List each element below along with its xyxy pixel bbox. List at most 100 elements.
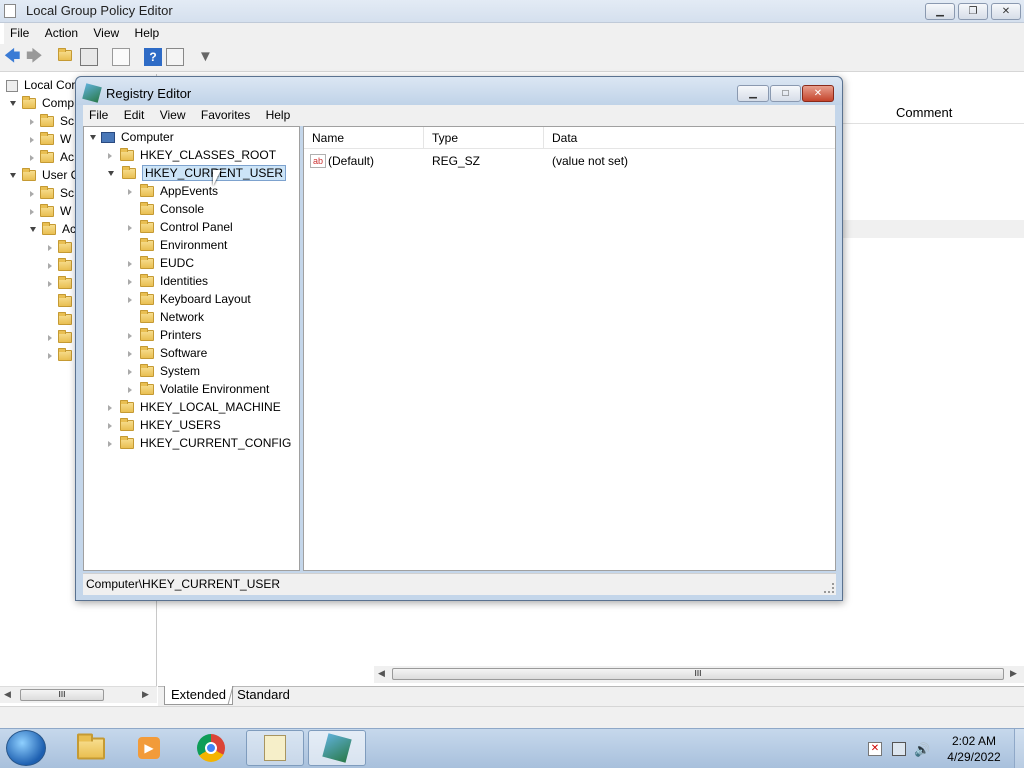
network-icon[interactable] bbox=[892, 742, 906, 756]
show-desktop-button[interactable] bbox=[1014, 729, 1024, 768]
expand-arrow-icon[interactable] bbox=[30, 118, 34, 125]
expand-arrow-icon[interactable] bbox=[108, 440, 112, 447]
collapse-arrow-icon[interactable] bbox=[108, 171, 114, 177]
tab-standard[interactable]: Standard bbox=[227, 686, 299, 705]
expand-arrow-icon[interactable] bbox=[108, 422, 112, 429]
regedit-minimize-button[interactable]: ▁ bbox=[737, 85, 769, 102]
gpe-tree-item[interactable]: Ac bbox=[30, 220, 76, 238]
gpe-tree-item[interactable]: W bbox=[30, 202, 71, 220]
tree-key[interactable]: Volatile Environment bbox=[128, 380, 269, 398]
expand-arrow-icon[interactable] bbox=[90, 135, 96, 141]
gpe-subfolder[interactable] bbox=[48, 346, 78, 364]
gpe-menu-help[interactable]: Help bbox=[129, 23, 166, 43]
regedit-close-button[interactable]: ✕ bbox=[802, 85, 834, 102]
scroll-right-icon[interactable]: ▶ bbox=[142, 689, 149, 700]
tree-key[interactable]: AppEvents bbox=[128, 182, 218, 200]
help-icon[interactable]: ? bbox=[144, 48, 162, 66]
regedit-tree-pane[interactable]: Computer HKEY_CLASSES_ROOT HKEY_CURRENT_U… bbox=[83, 126, 300, 571]
tree-root-computer[interactable]: Computer bbox=[90, 128, 174, 146]
taskbar-explorer-button[interactable] bbox=[62, 730, 120, 766]
gpe-selected-row[interactable] bbox=[842, 220, 1024, 238]
gpe-titlebar[interactable]: Local Group Policy Editor ▁ ❐ ✕ bbox=[0, 0, 1024, 23]
taskbar-chrome-button[interactable] bbox=[182, 730, 240, 766]
expand-arrow-icon[interactable] bbox=[30, 190, 34, 197]
expand-arrow-icon[interactable] bbox=[108, 152, 112, 159]
regedit-menu-favorites[interactable]: Favorites bbox=[195, 105, 256, 125]
regedit-menu-view[interactable]: View bbox=[154, 105, 192, 125]
scroll-left-icon[interactable]: ◀ bbox=[4, 689, 11, 700]
expand-arrow-icon[interactable] bbox=[128, 332, 132, 339]
regedit-restore-button[interactable]: □ bbox=[770, 85, 801, 102]
expand-arrow-icon[interactable] bbox=[48, 262, 52, 269]
gpe-tree-item[interactable]: User C bbox=[10, 166, 79, 184]
regedit-menu-edit[interactable]: Edit bbox=[118, 105, 151, 125]
tree-hive[interactable]: HKEY_CURRENT_USER bbox=[108, 164, 287, 182]
tree-key[interactable]: Identities bbox=[128, 272, 208, 290]
resize-grip-icon[interactable] bbox=[824, 583, 834, 593]
expand-arrow-icon[interactable] bbox=[30, 136, 34, 143]
taskbar-media-player-button[interactable]: ▶ bbox=[120, 730, 178, 766]
gpe-close-button[interactable]: ✕ bbox=[991, 3, 1021, 20]
expand-arrow-icon[interactable] bbox=[128, 350, 132, 357]
collapse-arrow-icon[interactable] bbox=[30, 227, 36, 233]
gpe-tree-hscrollbar[interactable]: ◀ III ▶ bbox=[0, 686, 157, 703]
expand-arrow-icon[interactable] bbox=[48, 244, 52, 251]
tree-key[interactable]: Network bbox=[128, 308, 204, 326]
expand-arrow-icon[interactable] bbox=[128, 188, 132, 195]
gpe-minimize-button[interactable]: ▁ bbox=[925, 3, 955, 20]
tree-key[interactable]: Console bbox=[128, 200, 204, 218]
gpe-tree-item[interactable]: Ac bbox=[30, 148, 74, 166]
back-arrow-icon[interactable]: 🡄 bbox=[4, 48, 22, 66]
gpe-tree-item[interactable]: W bbox=[30, 130, 71, 148]
expand-arrow-icon[interactable] bbox=[128, 260, 132, 267]
scroll-left-icon[interactable]: ◀ bbox=[378, 668, 385, 679]
tree-hive[interactable]: HKEY_CURRENT_CONFIG bbox=[108, 434, 291, 452]
expand-arrow-icon[interactable] bbox=[128, 224, 132, 231]
gpe-subfolder[interactable] bbox=[48, 292, 78, 310]
collapse-arrow-icon[interactable] bbox=[10, 101, 16, 107]
column-header-data[interactable]: Data bbox=[544, 127, 834, 149]
gpe-subfolder[interactable] bbox=[48, 256, 78, 274]
expand-arrow-icon[interactable] bbox=[128, 278, 132, 285]
gpe-menu-view[interactable]: View bbox=[87, 23, 125, 43]
tree-hive[interactable]: HKEY_USERS bbox=[108, 416, 221, 434]
up-folder-icon[interactable] bbox=[58, 48, 76, 66]
expand-arrow-icon[interactable] bbox=[108, 404, 112, 411]
expand-arrow-icon[interactable] bbox=[48, 334, 52, 341]
gpe-restore-button[interactable]: ❐ bbox=[958, 3, 988, 20]
regedit-menu-help[interactable]: Help bbox=[260, 105, 297, 125]
tree-key[interactable]: Environment bbox=[128, 236, 227, 254]
expand-arrow-icon[interactable] bbox=[30, 208, 34, 215]
taskbar-gpe-button[interactable] bbox=[246, 730, 304, 766]
gpe-menu-file[interactable]: File bbox=[4, 23, 35, 43]
regedit-values-pane[interactable]: Name Type Data ab (Default) REG_SZ (valu… bbox=[303, 126, 836, 571]
gpe-menu-action[interactable]: Action bbox=[39, 23, 84, 43]
tree-hive[interactable]: HKEY_LOCAL_MACHINE bbox=[108, 398, 281, 416]
taskbar-regedit-button[interactable] bbox=[308, 730, 366, 766]
volume-icon[interactable]: 🔊 bbox=[914, 742, 930, 758]
tab-extended[interactable]: Extended bbox=[164, 686, 233, 705]
tree-key[interactable]: Software bbox=[128, 344, 207, 362]
tree-hive[interactable]: HKEY_CLASSES_ROOT bbox=[108, 146, 276, 164]
scroll-right-icon[interactable]: ▶ bbox=[1010, 668, 1017, 679]
gpe-comment-header[interactable]: Comment bbox=[896, 105, 952, 120]
gpe-list-scroll-thumb[interactable]: III bbox=[392, 668, 1004, 680]
gpe-subfolder[interactable] bbox=[48, 328, 78, 346]
filter-icon[interactable]: ▼ bbox=[198, 48, 216, 66]
action-center-icon[interactable]: ✕ bbox=[868, 742, 882, 756]
tree-key[interactable]: Control Panel bbox=[128, 218, 233, 236]
properties-icon[interactable] bbox=[166, 48, 184, 66]
show-hide-tree-icon[interactable] bbox=[80, 48, 98, 66]
gpe-list-hscrollbar[interactable]: ◀ III ▶ bbox=[374, 666, 1024, 683]
forward-arrow-icon[interactable]: 🡆 bbox=[26, 48, 44, 66]
gpe-tree-scroll-thumb[interactable]: III bbox=[20, 689, 104, 701]
clock[interactable]: 2:02 AM 4/29/2022 bbox=[940, 733, 1008, 765]
gpe-tree-item[interactable]: Sc bbox=[30, 112, 74, 130]
expand-arrow-icon[interactable] bbox=[30, 154, 34, 161]
column-header-type[interactable]: Type bbox=[424, 127, 544, 149]
gpe-tree-item[interactable]: Sc bbox=[30, 184, 74, 202]
regedit-menu-file[interactable]: File bbox=[83, 105, 114, 125]
tree-key[interactable]: Keyboard Layout bbox=[128, 290, 251, 308]
gpe-subfolder[interactable] bbox=[48, 310, 78, 328]
expand-arrow-icon[interactable] bbox=[48, 352, 52, 359]
